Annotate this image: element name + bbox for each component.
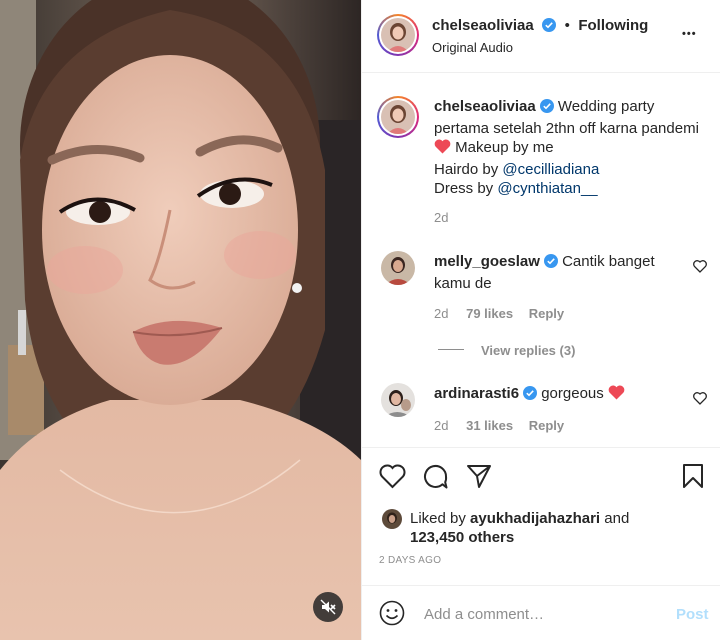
share-paper-plane-icon[interactable] <box>466 464 492 494</box>
comment-1-like-heart-icon[interactable] <box>693 260 707 278</box>
comment-1-meta: 2d 79 likes Reply <box>434 306 564 321</box>
comments-list[interactable]: chelseaoliviaa Wedding party pertama set… <box>362 73 720 448</box>
red-heart-emoji-icon <box>608 385 625 406</box>
liker-avatar-image <box>382 509 402 529</box>
red-heart-emoji-icon <box>434 139 451 160</box>
likes-prefix: Liked by <box>410 510 466 527</box>
emoji-smiley-icon[interactable] <box>379 600 405 631</box>
comment-2-meta: 2d 31 likes Reply <box>434 418 564 433</box>
comment-2-text: gorgeous <box>541 385 604 402</box>
post-caption: chelseaoliviaa Wedding party pertama set… <box>434 97 714 199</box>
caption-line-2: pertama setelah 2thn off karna pandemi <box>434 119 699 137</box>
action-bar: Liked by ayukhadijahazhari and 123,450 o… <box>362 447 720 566</box>
comment-1-text-line-1: Cantik banget <box>562 253 655 270</box>
comment-1-reply-button[interactable]: Reply <box>529 306 564 321</box>
following-button[interactable]: Following <box>578 17 648 34</box>
comment-2-like-heart-icon[interactable] <box>693 392 707 410</box>
caption-age[interactable]: 2d <box>434 210 448 225</box>
comment-2-likes[interactable]: 31 likes <box>466 418 513 433</box>
post-video-frame <box>0 0 361 640</box>
likes-conjunction: and <box>604 510 630 527</box>
comment-1: melly_goeslaw Cantik banget kamu de <box>434 252 674 293</box>
author-avatar-image <box>381 18 415 52</box>
post-details-panel: chelseaoliviaa • Following Original Audi… <box>361 0 720 640</box>
instagram-post-view: chelseaoliviaa • Following Original Audi… <box>0 0 720 640</box>
save-bookmark-icon[interactable] <box>682 463 704 494</box>
liked-by-user[interactable]: ayukhadijahazhari <box>470 510 600 527</box>
comment-1-text-line-2: kamu de <box>434 274 492 292</box>
follow-separator: • <box>564 17 570 34</box>
post-timestamp[interactable]: 2 DAYS AGO <box>379 555 441 566</box>
caption-dress-prefix: Dress by <box>434 180 494 197</box>
comment-1-likes[interactable]: 79 likes <box>466 306 513 321</box>
caption-avatar[interactable] <box>377 96 419 138</box>
more-options-icon[interactable]: ••• <box>682 28 697 40</box>
verified-badge-icon <box>539 99 554 119</box>
audio-label[interactable]: Original Audio <box>432 40 513 55</box>
commenter-avatar-image <box>381 251 415 285</box>
comment-bubble-icon[interactable] <box>422 463 449 495</box>
liker-avatar[interactable] <box>382 509 402 529</box>
likes-summary: Liked by ayukhadijahazhari and 123,450 o… <box>410 509 700 547</box>
add-comment-bar: Post <box>362 585 720 640</box>
verified-badge-icon <box>523 386 538 406</box>
caption-avatar-image <box>381 100 415 134</box>
view-replies-button[interactable]: View replies (3) <box>481 343 575 358</box>
caption-line-1: Wedding party <box>557 98 655 115</box>
verified-badge-icon <box>542 18 557 37</box>
comment-1-username[interactable]: melly_goeslaw <box>434 253 540 270</box>
verified-badge-icon <box>543 254 558 274</box>
comment-1-age[interactable]: 2d <box>434 306 448 321</box>
like-heart-icon[interactable] <box>379 464 406 494</box>
comment-2-reply-button[interactable]: Reply <box>529 418 564 433</box>
mute-toggle-button[interactable] <box>313 592 343 622</box>
commenter-avatar[interactable] <box>381 251 415 285</box>
author-username[interactable]: chelseaoliviaa <box>432 17 534 34</box>
author-avatar[interactable] <box>377 14 419 56</box>
likes-others-count[interactable]: 123,450 others <box>410 529 514 546</box>
speaker-muted-icon <box>320 599 336 615</box>
comment-input[interactable] <box>422 600 666 628</box>
commenter-avatar-image <box>381 383 415 417</box>
post-header: chelseaoliviaa • Following Original Audi… <box>362 0 720 73</box>
comment-2-username[interactable]: ardinarasti6 <box>434 385 519 402</box>
view-replies-line <box>438 349 464 350</box>
caption-hairdo-prefix: Hairdo by <box>434 160 499 178</box>
comment-2: ardinarasti6 gorgeous <box>434 384 674 406</box>
video-media[interactable] <box>0 0 361 640</box>
caption-username[interactable]: chelseaoliviaa <box>434 98 536 115</box>
mention-cecilliadiana[interactable]: @cecilliadiana <box>502 161 599 178</box>
caption-line-3: Makeup by me <box>455 139 554 156</box>
post-comment-button[interactable]: Post <box>676 606 709 623</box>
comment-2-age[interactable]: 2d <box>434 418 448 433</box>
mention-cynthiatan[interactable]: @cynthiatan__ <box>497 180 597 197</box>
commenter-avatar[interactable] <box>381 383 415 417</box>
